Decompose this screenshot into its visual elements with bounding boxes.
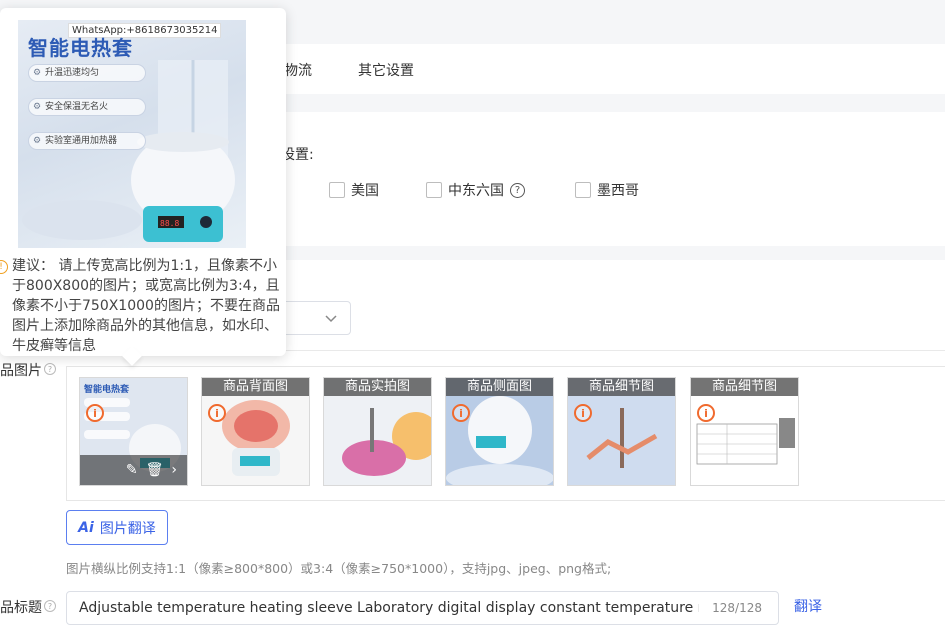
divider (262, 350, 945, 351)
delete-icon[interactable]: 🗑 (146, 462, 164, 478)
checkbox-label: 中东六国 (448, 183, 504, 199)
product-title-label: 品标题 (0, 600, 42, 616)
upload-suggestion: 建议： 请上传宽高比例为1:1，且像素不小于800X800的图片；或宽高比例为3… (12, 258, 280, 354)
product-title-input[interactable]: Adjustable temperature heating sleeve La… (66, 591, 779, 625)
image-translate-label: 图片翻译 (99, 520, 156, 537)
chevron-right-icon[interactable]: › (171, 462, 177, 478)
title-translate-link[interactable]: 翻译 (794, 596, 822, 616)
product-thumbnail[interactable]: 商品侧面图 i (445, 377, 554, 486)
image-format-hint: 图片横纵比例支持1:1（像素≥800*800）或3:4（像素≥750*1000）… (66, 561, 612, 576)
preview-image: 88.8 WhatsApp:+8618673035214 智能电热套 升温迅速均… (18, 20, 246, 248)
thumbnail-caption: 商品实拍图 (324, 378, 431, 396)
checkbox-mexico[interactable]: 墨西哥 (575, 180, 639, 200)
chevron-down-icon (325, 315, 337, 323)
checkbox-box[interactable] (426, 182, 442, 198)
info-icon[interactable]: i (574, 404, 592, 422)
preview-feature: 安全保温无名火 (28, 98, 146, 116)
preview-feature: 实验室通用加热器 (28, 132, 146, 150)
product-thumbnail[interactable]: 商品细节图 i (690, 377, 799, 486)
product-thumbnail[interactable]: 智能电热套 i ✎ 🗑 › (79, 377, 188, 486)
thumbnail-caption: 商品细节图 (568, 378, 675, 396)
help-icon[interactable]: ? (44, 600, 56, 612)
char-counter: 128/128 (708, 601, 762, 615)
thumbnail-caption: 商品细节图 (691, 378, 798, 396)
thumbnail-caption: 商品侧面图 (446, 378, 553, 396)
preview-feature: 升温迅速均匀 (28, 64, 146, 82)
product-thumbnail[interactable]: 商品实拍图 (323, 377, 432, 486)
info-icon[interactable]: i (86, 404, 104, 422)
product-images-label: 品图片 (0, 363, 42, 379)
checkbox-box[interactable] (575, 182, 591, 198)
image-translate-button[interactable]: Ai 图片翻译 (66, 510, 168, 545)
checkbox-us[interactable]: 美国 (329, 180, 379, 200)
product-thumbnail[interactable]: 商品背面图 i (201, 377, 310, 486)
preview-heading: 智能电热套 (28, 36, 133, 60)
product-title-value: Adjustable temperature heating sleeve La… (79, 600, 699, 616)
info-icon[interactable]: i (208, 404, 226, 422)
image-preview-popover: 88.8 WhatsApp:+8618673035214 智能电热套 升温迅速均… (0, 8, 286, 356)
checkbox-box[interactable] (329, 182, 345, 198)
checkbox-label: 墨西哥 (597, 183, 639, 199)
tab-logistics[interactable]: 物流 (284, 60, 312, 80)
thumbnail-actions: ✎ 🗑 › (80, 455, 187, 485)
tab-other-settings[interactable]: 其它设置 (358, 60, 414, 80)
svg-text:88.8: 88.8 (160, 219, 179, 228)
product-thumbnail[interactable]: 商品细节图 i (567, 377, 676, 486)
checkbox-middle-east[interactable]: 中东六国 ? (426, 180, 525, 200)
edit-icon[interactable]: ✎ (126, 462, 138, 478)
thumbnail-caption: 商品背面图 (202, 378, 309, 396)
info-icon[interactable]: i (452, 404, 470, 422)
help-icon[interactable]: ? (44, 363, 56, 375)
checkbox-label: 美国 (351, 183, 379, 199)
info-icon[interactable]: i (697, 404, 715, 422)
help-icon[interactable]: ? (510, 182, 525, 198)
svg-text:智能电热套: 智能电热套 (84, 383, 130, 395)
ai-icon: Ai (78, 519, 94, 536)
